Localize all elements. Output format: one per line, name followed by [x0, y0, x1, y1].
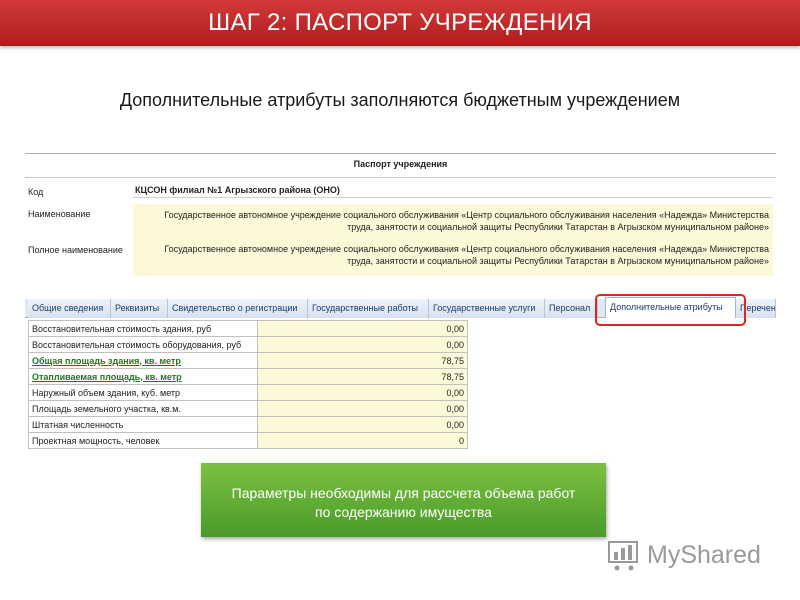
table-row: Наружный объем здания, куб. метр 0,00	[28, 384, 468, 401]
fullname-label: Полное наименование	[28, 245, 123, 255]
chart-cart-icon	[608, 541, 638, 571]
active-tab-highlight	[595, 294, 746, 326]
attr-value[interactable]: 78,75	[257, 352, 468, 369]
attr-label-link[interactable]: Отапливаемая площадь, кв. метр	[28, 368, 258, 385]
attributes-table: Восстановительная стоимость здания, руб …	[28, 320, 468, 449]
fullname-line-2: труда, занятости и социальной защиты Рес…	[347, 256, 769, 266]
subtitle: Дополнительные атрибуты заполняются бюдж…	[119, 90, 681, 110]
logo-text: MyShared	[647, 541, 761, 569]
tab-state-services[interactable]: Государственные услуги	[429, 299, 545, 318]
note-box: Параметры необходимы для рассчета объема…	[201, 463, 606, 537]
table-row: Общая площадь здания, кв. метр 78,75	[28, 352, 468, 369]
table-row: Проектная мощность, человек 0	[28, 432, 468, 449]
attr-label: Восстановительная стоимость здания, руб	[28, 320, 258, 337]
page-title: ШАГ 2: ПАСПОРТ УЧРЕЖДЕНИЯ	[0, 0, 800, 46]
note-line-2: по содержанию имущества	[315, 504, 492, 520]
attr-value[interactable]: 0,00	[257, 320, 468, 337]
tab-general[interactable]: Общие сведения	[28, 299, 111, 318]
attr-value[interactable]: 0,00	[257, 416, 468, 433]
attr-value[interactable]: 0	[257, 432, 468, 449]
passport-title: Паспорт учреждения	[25, 154, 776, 178]
attr-label: Восстановительная стоимость оборудования…	[28, 336, 258, 353]
tab-requisites[interactable]: Реквизиты	[111, 299, 168, 318]
attr-label: Площадь земельного участка, кв.м.	[28, 400, 258, 417]
passport-panel: Паспорт учреждения Код КЦСОН филиал №1 А…	[25, 153, 776, 276]
name-label: Наименование	[28, 209, 91, 219]
myshared-logo: MyShared	[607, 540, 767, 572]
attr-label: Наружный объем здания, куб. метр	[28, 384, 258, 401]
note-line-1: Параметры необходимы для рассчета объема…	[231, 485, 576, 501]
attr-label-link[interactable]: Общая площадь здания, кв. метр	[28, 352, 258, 369]
attr-value[interactable]: 0,00	[257, 400, 468, 417]
tab-registration[interactable]: Свидетельство о регистрации	[168, 299, 308, 318]
attr-value[interactable]: 0,00	[257, 336, 468, 353]
attr-value[interactable]: 0,00	[257, 384, 468, 401]
attr-label: Штатная численность	[28, 416, 258, 433]
code-field[interactable]: КЦСОН филиал №1 Агрызского района (ОНО)	[133, 183, 773, 198]
tab-personnel[interactable]: Персонал	[545, 299, 598, 318]
name-line-2: труда, занятости и социальной защиты Рес…	[347, 222, 769, 232]
name-field[interactable]: Государственное автономное учреждение со…	[133, 204, 773, 242]
fullname-line-1: Государственное автономное учреждение со…	[164, 244, 769, 254]
table-row: Площадь земельного участка, кв.м. 0,00	[28, 400, 468, 417]
code-label: Код	[28, 187, 44, 197]
table-row: Штатная численность 0,00	[28, 416, 468, 433]
name-line-1: Государственное автономное учреждение со…	[164, 210, 769, 220]
table-row: Отапливаемая площадь, кв. метр 78,75	[28, 368, 468, 385]
attr-value[interactable]: 78,75	[257, 368, 468, 385]
attr-label: Проектная мощность, человек	[28, 432, 258, 449]
table-row: Восстановительная стоимость оборудования…	[28, 336, 468, 353]
fullname-field[interactable]: Государственное автономное учреждение со…	[133, 238, 773, 276]
tab-state-works[interactable]: Государственные работы	[308, 299, 429, 318]
table-row: Восстановительная стоимость здания, руб …	[28, 320, 468, 337]
